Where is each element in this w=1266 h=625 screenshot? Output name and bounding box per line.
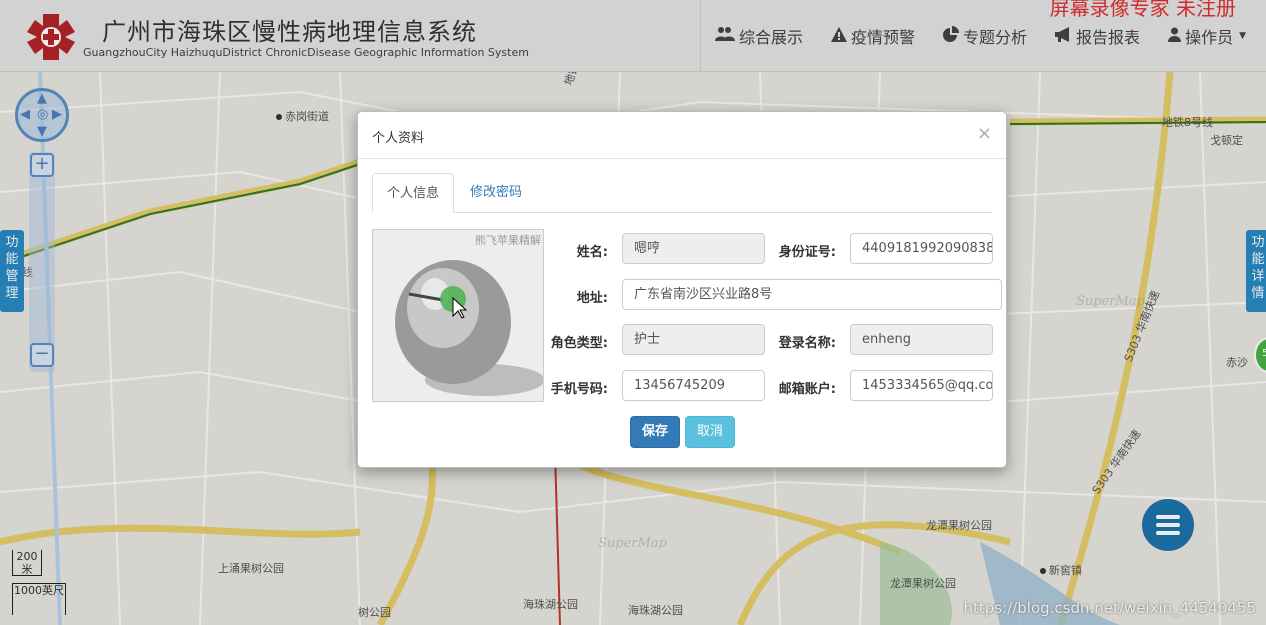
name-field[interactable]: 嗯哼 bbox=[622, 233, 765, 264]
name-label: 姓名: bbox=[576, 245, 608, 260]
address-label: 地址: bbox=[576, 291, 608, 306]
address-field[interactable]: 广东省南沙区兴业路8号 bbox=[622, 279, 1002, 310]
modal-title: 个人资料 bbox=[372, 131, 425, 146]
id-card-field[interactable]: 440918199209083884 bbox=[850, 233, 993, 264]
profile-modal: 个人资料 × 个人信息 修改密码 熊飞苹果精解 姓名: 嗯哼 身份证号: 440… bbox=[357, 111, 1007, 468]
id-card-label: 身份证号: bbox=[778, 245, 836, 260]
image-caption: 熊飞苹果精解 bbox=[475, 234, 541, 247]
cancel-button[interactable]: 取消 bbox=[685, 416, 735, 448]
email-label: 邮箱账户: bbox=[778, 382, 836, 397]
modal-header: 个人资料 × bbox=[358, 112, 1006, 159]
role-field[interactable]: 护士 bbox=[622, 324, 765, 355]
role-label: 角色类型: bbox=[550, 336, 608, 351]
tab-change-password[interactable]: 修改密码 bbox=[456, 173, 536, 213]
login-name-label: 登录名称: bbox=[778, 336, 836, 351]
email-field[interactable]: 1453334565@qq.com bbox=[850, 370, 993, 401]
login-name-field[interactable]: enheng bbox=[850, 324, 993, 355]
apple-sketch-image bbox=[373, 230, 543, 401]
modal-tabs: 个人信息 修改密码 bbox=[372, 173, 992, 213]
tab-personal-info[interactable]: 个人信息 bbox=[372, 173, 455, 213]
phone-field[interactable]: 13456745209 bbox=[622, 370, 765, 401]
phone-label: 手机号码: bbox=[550, 382, 608, 397]
save-button[interactable]: 保存 bbox=[630, 416, 680, 448]
close-icon[interactable]: × bbox=[977, 123, 992, 144]
avatar[interactable]: 熊飞苹果精解 bbox=[372, 229, 544, 402]
